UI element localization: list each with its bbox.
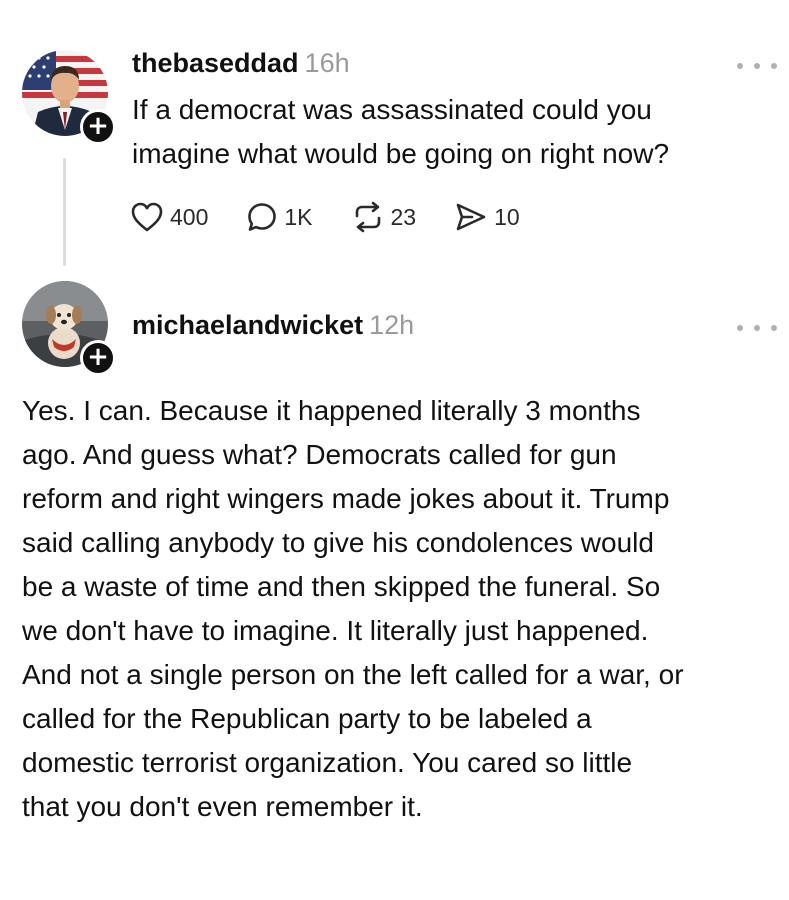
username-label[interactable]: michaelandwicket xyxy=(132,310,363,340)
post-line: Yes. I can. Because it happened literall… xyxy=(22,395,641,426)
more-dot-icon xyxy=(737,325,743,331)
post-line: domestic terrorist organization. You car… xyxy=(22,747,633,778)
reply-button[interactable]: 1K xyxy=(246,201,313,233)
more-dot-icon xyxy=(737,63,743,69)
post-line: that you don't even remember it. xyxy=(22,791,423,822)
more-dot-icon xyxy=(754,325,760,331)
post-actions: 400 1K 23 10 xyxy=(130,197,558,237)
post-line: reform and right wingers made jokes abou… xyxy=(22,483,670,514)
post-body: Yes. I can. Because it happened literall… xyxy=(22,389,684,829)
repost-count: 23 xyxy=(390,203,417,230)
more-options-button[interactable] xyxy=(737,320,777,336)
thread-connector-line xyxy=(63,158,66,266)
comment-bubble-icon xyxy=(248,203,277,231)
follow-button-michaelandwicket[interactable]: + xyxy=(80,340,116,376)
heart-icon xyxy=(131,202,163,232)
repost-arrows-icon xyxy=(355,201,380,233)
post-timestamp: 16h xyxy=(304,48,350,78)
send-icon xyxy=(456,203,486,231)
username-label[interactable]: thebaseddad xyxy=(132,48,299,78)
username-thebaseddad[interactable]: thebaseddad 16h xyxy=(132,48,350,79)
more-dot-icon xyxy=(754,63,760,69)
share-button[interactable]: 10 xyxy=(454,201,520,233)
username-michaelandwicket[interactable]: michaelandwicket 12h xyxy=(132,310,414,341)
repost-button[interactable]: 23 xyxy=(351,201,417,233)
post-line: And not a single person on the left call… xyxy=(22,659,684,690)
post-line: ago. And guess what? Democrats called fo… xyxy=(22,439,617,470)
post-line: be a waste of time and then skipped the … xyxy=(22,571,661,602)
share-count: 10 xyxy=(494,203,520,230)
post-body: If a democrat was assassinated could you… xyxy=(132,88,669,176)
more-options-button[interactable] xyxy=(737,58,777,74)
follow-button-thebaseddad[interactable]: + xyxy=(80,109,116,145)
like-count: 400 xyxy=(170,203,209,230)
post-line: called for the Republican party to be la… xyxy=(22,703,592,734)
post-line: If a democrat was assassinated could you xyxy=(132,94,652,125)
post-line: imagine what would be going on right now… xyxy=(132,138,670,169)
post-line: we don't have to imagine. It literally j… xyxy=(22,615,649,646)
reply-count: 1K xyxy=(284,203,313,230)
like-button[interactable]: 400 xyxy=(130,201,208,233)
more-dot-icon xyxy=(771,325,777,331)
post-line: said calling anybody to give his condole… xyxy=(22,527,654,558)
post-timestamp: 12h xyxy=(369,310,415,340)
more-dot-icon xyxy=(771,63,777,69)
